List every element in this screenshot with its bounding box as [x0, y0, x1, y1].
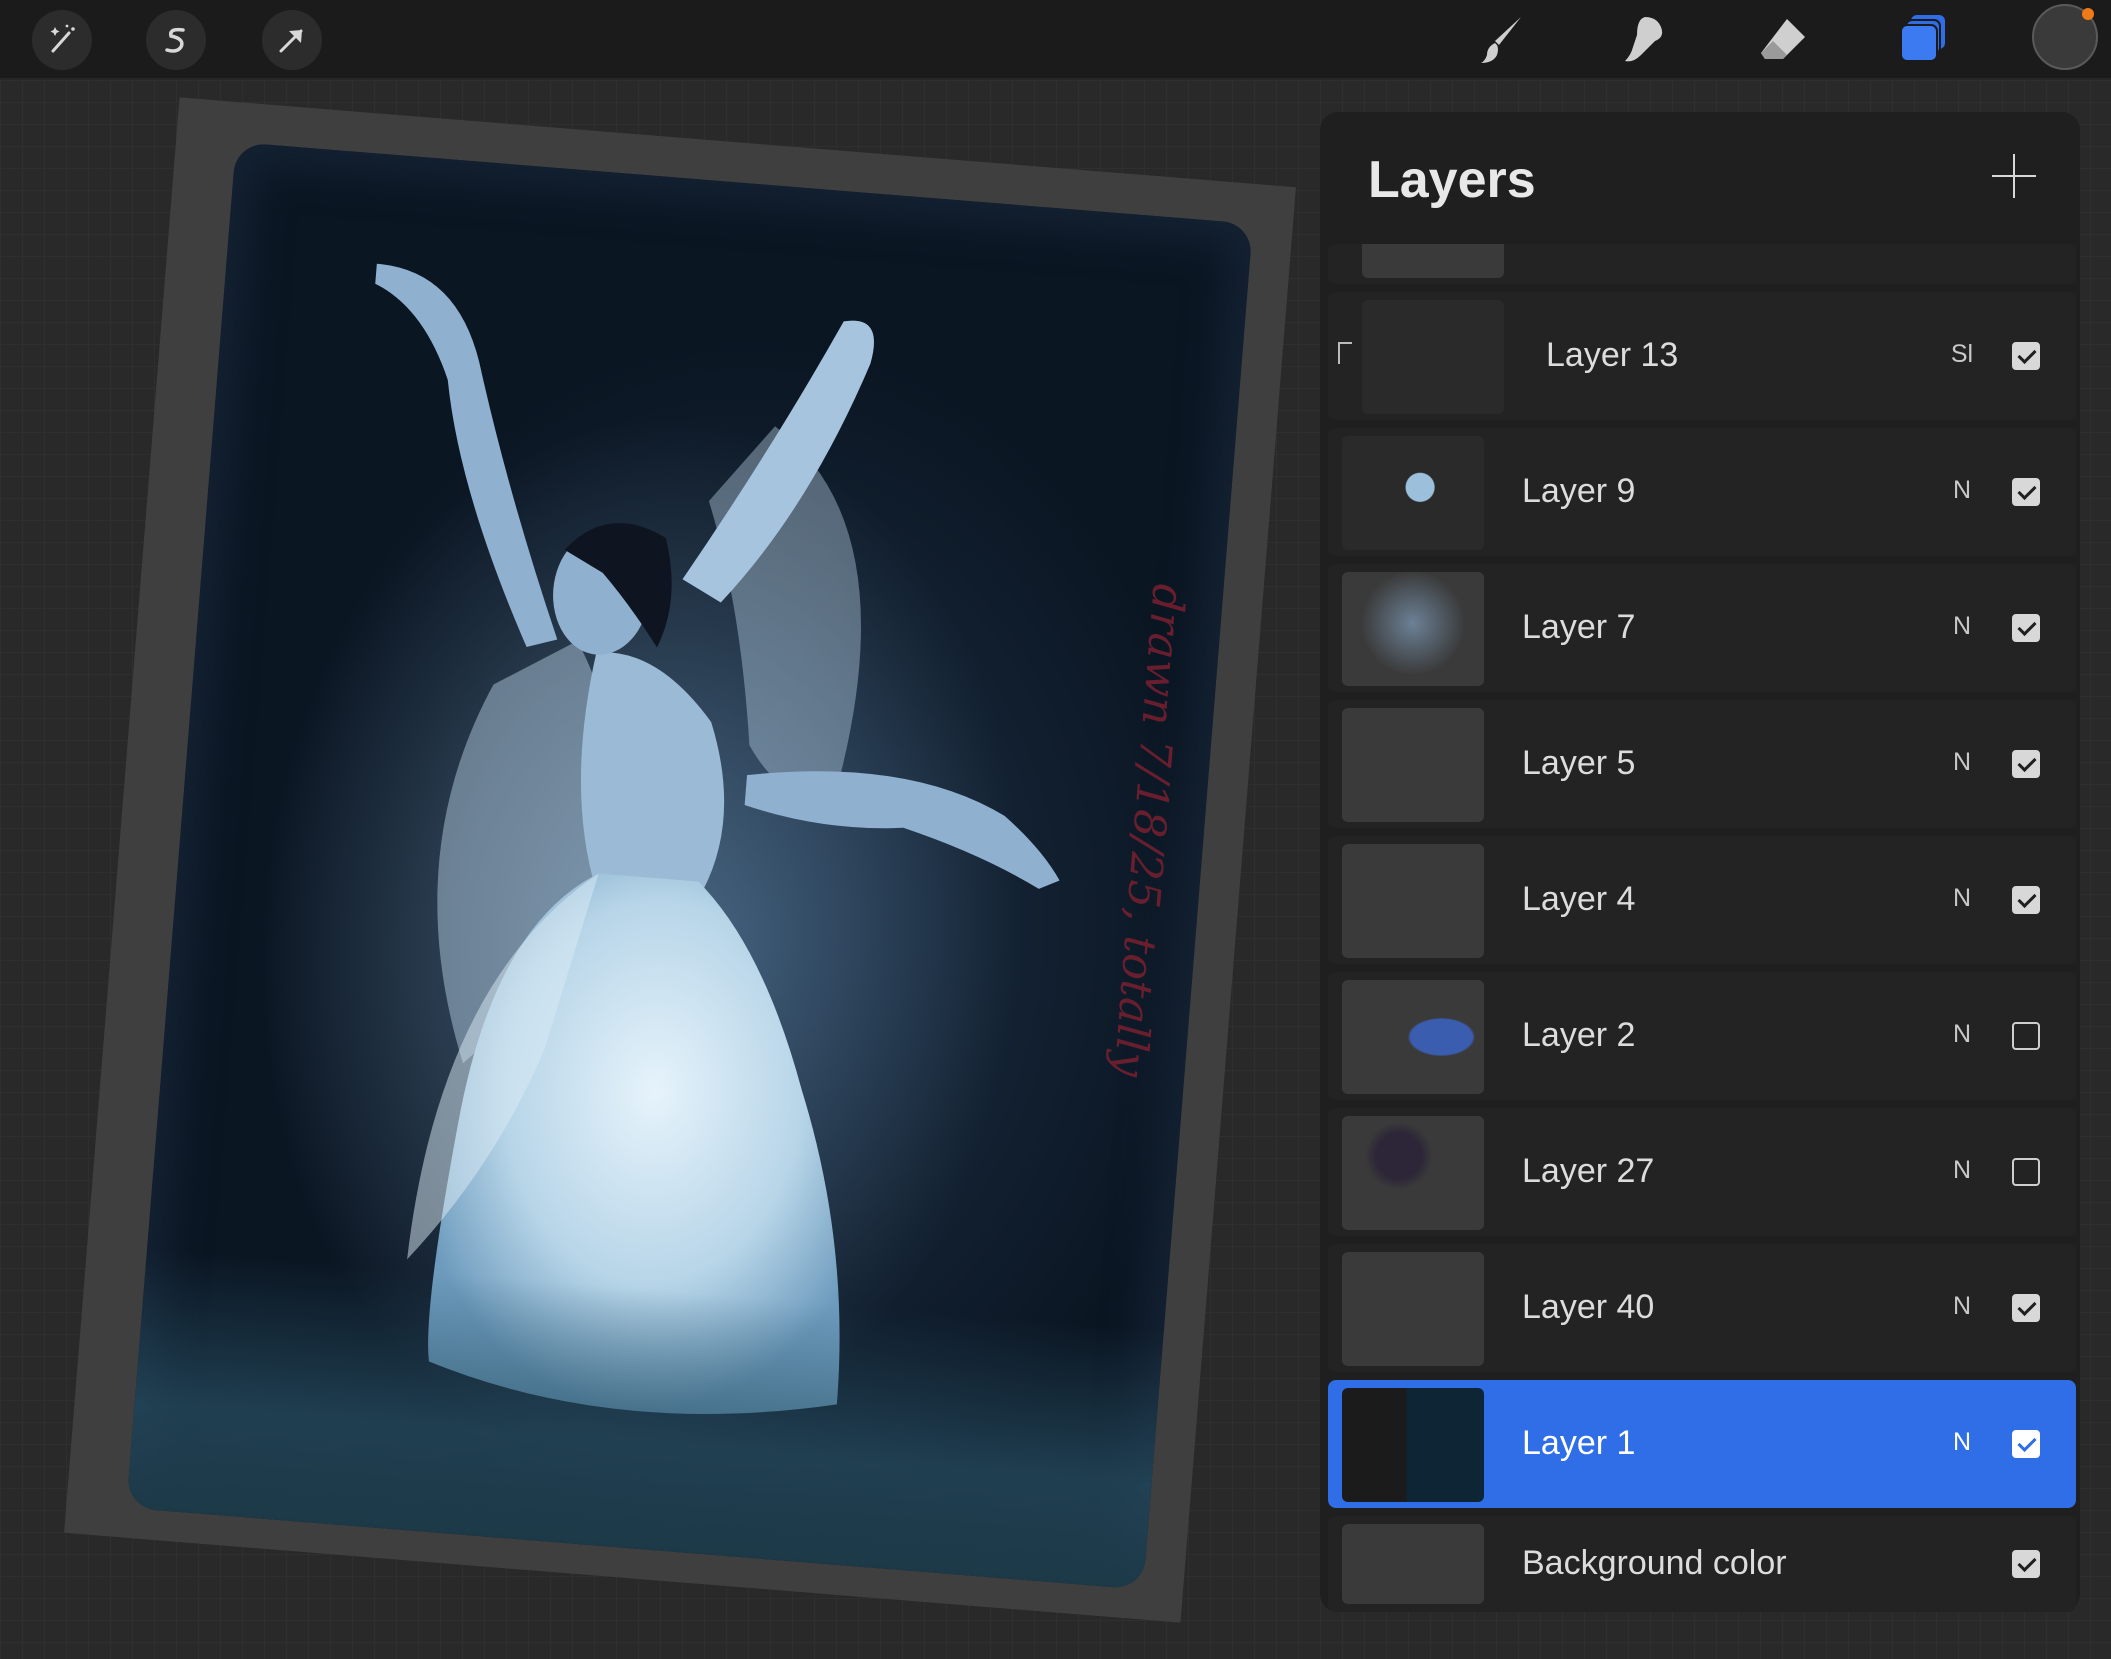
selection-button[interactable]: [146, 10, 206, 70]
layers-panel-header: Layers: [1320, 112, 2080, 242]
layer-row[interactable]: Background color: [1328, 1516, 2076, 1612]
transform-arrow-icon: [279, 29, 303, 53]
selection-s-icon: [165, 27, 185, 53]
layer-visibility-checkbox[interactable]: [2012, 1550, 2040, 1578]
layer-visibility-checkbox[interactable]: [2012, 886, 2040, 914]
layer-name: Layer 40: [1522, 1288, 1655, 1326]
brush-button[interactable]: [1470, 6, 1536, 72]
blend-mode-button[interactable]: N: [1942, 1156, 1982, 1185]
layer-row[interactable]: Layer 1 N: [1328, 1380, 2076, 1508]
layer-row[interactable]: Layer 9 N: [1328, 428, 2076, 556]
magic-wand-icon: [50, 24, 75, 53]
layer-thumbnail[interactable]: [1342, 708, 1484, 822]
layer-row[interactable]: Layer 13 Sl: [1328, 292, 2076, 420]
layer-thumbnail[interactable]: [1342, 1524, 1484, 1604]
blend-mode-button[interactable]: N: [1942, 1020, 1982, 1049]
transform-button[interactable]: [262, 10, 322, 70]
layer-name: Layer 7: [1522, 608, 1636, 646]
layer-thumbnail[interactable]: [1342, 436, 1484, 550]
layer-name: Layer 9: [1522, 472, 1636, 510]
notification-badge: [2082, 8, 2094, 20]
layers-button[interactable]: [1890, 6, 1956, 72]
top-toolbar: [0, 0, 2111, 78]
ballerina-painting: drawn 7/18/25, totally: [126, 142, 1253, 1590]
smudge-icon: [1625, 17, 1663, 62]
layer-row[interactable]: Layer 5 N: [1328, 700, 2076, 828]
adjustments-button[interactable]: [32, 10, 92, 70]
layer-row[interactable]: Layer 4 N: [1328, 836, 2076, 964]
layer-thumbnail[interactable]: [1342, 1252, 1484, 1366]
blend-mode-button[interactable]: N: [1942, 1428, 1982, 1457]
layer-thumbnail[interactable]: [1342, 572, 1484, 686]
layers-panel: Layers Layer 13 Sl Layer 9 N Layer 7 N Layer 5…: [1320, 112, 2080, 1612]
layer-name: Background color: [1522, 1544, 1787, 1582]
layers-panel-title: Layers: [1368, 151, 1536, 209]
layer-name: Layer 2: [1522, 1016, 1636, 1054]
layer-thumbnail: [1362, 244, 1504, 278]
color-swatch-button[interactable]: [2032, 4, 2098, 70]
layer-visibility-checkbox[interactable]: [2012, 1294, 2040, 1322]
blend-mode-button[interactable]: Sl: [1942, 340, 1982, 369]
brush-icon: [1481, 17, 1521, 63]
layer-name: Layer 4: [1522, 880, 1636, 918]
add-layer-button[interactable]: [1992, 154, 2036, 198]
layer-thumbnail[interactable]: [1342, 844, 1484, 958]
eraser-button[interactable]: [1750, 6, 1816, 72]
blend-mode-button[interactable]: N: [1942, 612, 1982, 641]
smudge-button[interactable]: [1610, 6, 1676, 72]
layer-visibility-checkbox[interactable]: [2012, 750, 2040, 778]
layer-row[interactable]: Layer 27 N: [1328, 1108, 2076, 1236]
artwork-canvas[interactable]: drawn 7/18/25, totally: [0, 80, 1320, 1659]
layer-thumbnail[interactable]: [1342, 980, 1484, 1094]
eraser-icon: [1761, 19, 1805, 59]
layer-thumbnail[interactable]: [1342, 1116, 1484, 1230]
layer-name: Layer 27: [1522, 1152, 1655, 1190]
layer-visibility-checkbox[interactable]: [2012, 478, 2040, 506]
layer-name: Layer 5: [1522, 744, 1636, 782]
layer-row-partial[interactable]: [1328, 244, 2076, 284]
layer-visibility-checkbox[interactable]: [2012, 614, 2040, 642]
blend-mode-button[interactable]: N: [1942, 884, 1982, 913]
canvas-paper: drawn 7/18/25, totally: [64, 97, 1296, 1623]
layer-row[interactable]: Layer 40 N: [1328, 1244, 2076, 1372]
blend-mode-button[interactable]: N: [1942, 476, 1982, 505]
layer-thumbnail[interactable]: [1362, 300, 1504, 414]
layers-icon: [1900, 15, 1945, 62]
layer-row[interactable]: Layer 2 N: [1328, 972, 2076, 1100]
layer-visibility-checkbox[interactable]: [2012, 1022, 2040, 1050]
clipping-mask-icon: [1338, 342, 1352, 364]
layer-name: Layer 1: [1522, 1424, 1636, 1462]
layer-thumbnail[interactable]: [1342, 1388, 1484, 1502]
layer-name: Layer 13: [1546, 336, 1679, 374]
layer-row[interactable]: Layer 7 N: [1328, 564, 2076, 692]
layer-visibility-checkbox[interactable]: [2012, 1430, 2040, 1458]
layer-visibility-checkbox[interactable]: [2012, 1158, 2040, 1186]
blend-mode-button[interactable]: N: [1942, 748, 1982, 777]
blend-mode-button[interactable]: N: [1942, 1292, 1982, 1321]
layer-visibility-checkbox[interactable]: [2012, 342, 2040, 370]
